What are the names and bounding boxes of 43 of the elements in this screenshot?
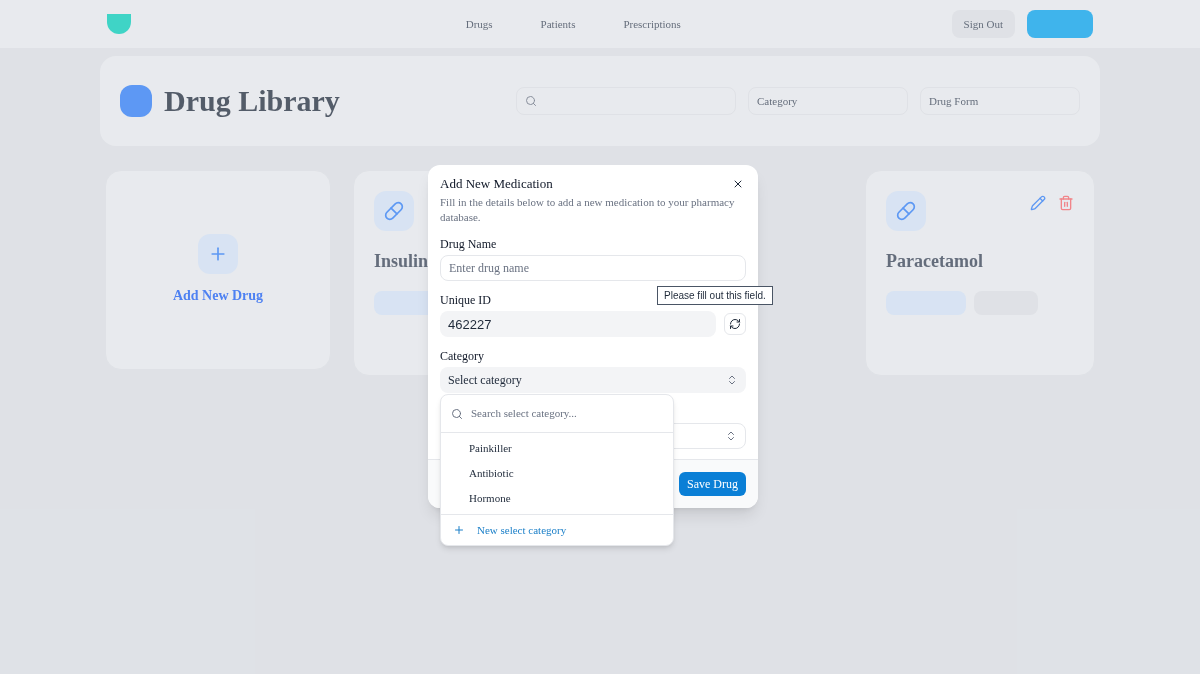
- category-option[interactable]: Painkiller: [441, 436, 673, 461]
- save-drug-button[interactable]: Save Drug: [679, 472, 746, 496]
- chevrons-icon: [725, 430, 737, 442]
- delete-icon[interactable]: [1058, 195, 1074, 211]
- plus-icon: [453, 524, 465, 536]
- pill-icon: [374, 191, 414, 231]
- field-label: Unique ID: [440, 293, 491, 307]
- search-icon: [525, 95, 537, 107]
- drug-name: Insulin: [374, 250, 429, 273]
- add-drug-card[interactable]: Add New Drug: [105, 170, 331, 370]
- dialog-description: Fill in the details below to add a new medication to your pharmacy database.: [440, 195, 736, 225]
- search-field[interactable]: [516, 87, 736, 115]
- close-icon: [732, 178, 744, 190]
- unique-id-field[interactable]: 462227: [440, 311, 716, 337]
- new-category-button[interactable]: New select category: [441, 515, 673, 545]
- page-title: Drug Library: [164, 83, 340, 119]
- pill-icon: [886, 191, 926, 231]
- nav-link[interactable]: Patients: [540, 15, 576, 33]
- sign-out-button[interactable]: Sign Out: [951, 10, 1015, 38]
- logo-icon: [107, 14, 131, 34]
- search-icon: [451, 407, 463, 420]
- drug-name: Paracetamol: [886, 250, 983, 273]
- plus-icon: [198, 234, 238, 274]
- drug-name-field[interactable]: Enter drug name: [440, 255, 746, 281]
- refresh-icon: [729, 318, 741, 330]
- validation-tooltip: Please fill out this field.: [657, 286, 773, 305]
- regenerate-button[interactable]: [724, 313, 746, 335]
- category-filter[interactable]: Category: [748, 87, 908, 115]
- card-title: Add New Drug: [172, 287, 264, 305]
- nav-link[interactable]: Prescriptions: [623, 15, 681, 33]
- action-button[interactable]: [1027, 10, 1093, 38]
- category-option[interactable]: Hormone: [441, 486, 673, 511]
- field-label: Drug Name: [440, 237, 497, 251]
- category-select[interactable]: Select category: [440, 367, 746, 393]
- library-icon: [120, 85, 152, 117]
- chevrons-icon: [726, 374, 738, 386]
- dialog-title: Add New Medication: [440, 176, 553, 192]
- category-option[interactable]: Antibiotic: [441, 461, 673, 486]
- field-label: Category: [440, 349, 484, 363]
- edit-icon[interactable]: [1030, 195, 1046, 211]
- category-search-field[interactable]: Search select category...: [441, 395, 673, 433]
- nav-link[interactable]: Drugs: [465, 15, 493, 33]
- drug-form-filter[interactable]: Drug Form: [920, 87, 1080, 115]
